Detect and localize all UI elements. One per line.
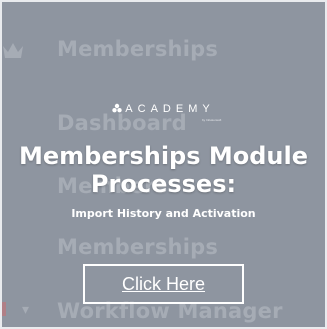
- card-title: Memberships Module Processes:: [2, 142, 325, 198]
- academy-brand: ACADEMY: [2, 103, 325, 115]
- crown-icon: [3, 43, 23, 58]
- title-line-1: Memberships Module: [18, 142, 309, 170]
- brand-name: ACADEMY: [125, 103, 215, 115]
- bg-menu-item-memberships-header: Memberships: [57, 37, 219, 61]
- card-subtitle: Import History and Activation: [71, 207, 256, 220]
- click-here-button[interactable]: Click Here: [83, 264, 244, 304]
- membership-module-card: Memberships Dashboard Members Membership…: [2, 2, 325, 327]
- bg-menu-item-memberships: Memberships: [57, 235, 219, 259]
- academy-logo-icon: [112, 103, 122, 113]
- bg-active-marker: [2, 302, 6, 316]
- title-line-2: Processes:: [90, 170, 237, 198]
- chevron-down-icon: ▾: [22, 302, 30, 318]
- brand-tagline: by Infusionsoft: [202, 118, 222, 122]
